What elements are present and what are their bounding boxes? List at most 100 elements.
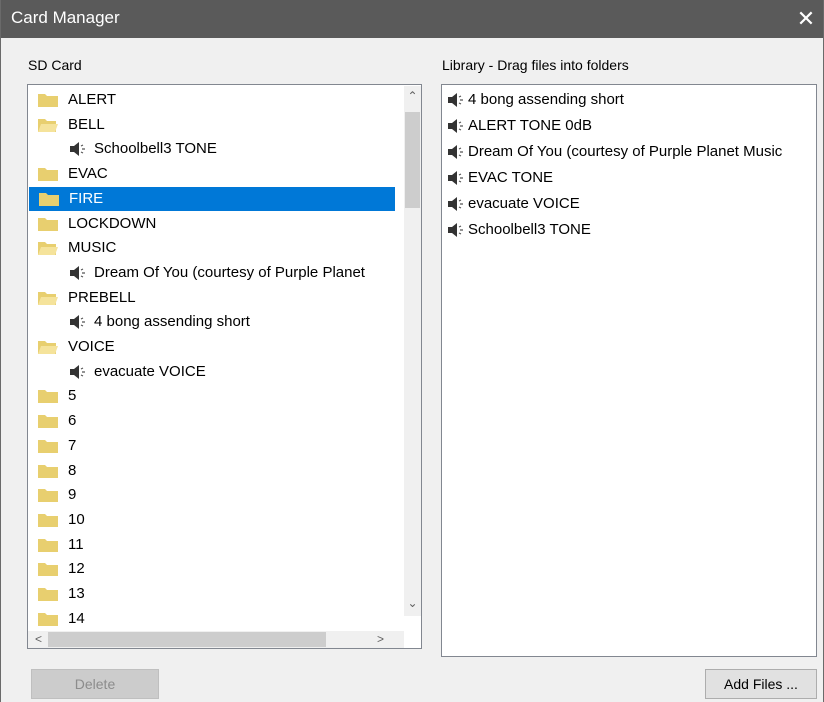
sd-card-label: SD Card: [28, 57, 82, 73]
folder-open-icon: [38, 118, 58, 132]
library-item-label: evacuate VOICE: [468, 195, 580, 212]
library-list-item[interactable]: evacuate VOICE: [442, 192, 816, 216]
folder-open-icon: [38, 291, 58, 305]
tree-folder-item[interactable]: MUSIC: [28, 236, 396, 260]
tree-item-label: 9: [68, 486, 77, 504]
folder-icon: [38, 538, 58, 552]
library-list-item[interactable]: EVAC TONE: [442, 166, 816, 190]
tree-folder-item[interactable]: 13: [28, 582, 396, 606]
library-item-label: Schoolbell3 TONE: [468, 221, 591, 238]
folder-icon: [38, 94, 58, 107]
tree-file-item[interactable]: Dream Of You (courtesy of Purple Planet: [28, 261, 396, 285]
tree-item-label: 10: [68, 510, 85, 528]
tree-item-label: MUSIC: [68, 239, 117, 257]
tree-item-label: 8: [68, 461, 77, 479]
tree-folder-item[interactable]: EVAC: [28, 162, 396, 186]
speaker-icon: [70, 315, 85, 330]
folder-icon: [38, 415, 58, 429]
tree-item-label: 5: [68, 387, 77, 405]
library-list-item[interactable]: 4 bong assending short: [442, 88, 816, 112]
tree-folder-item[interactable]: 6: [28, 409, 396, 433]
tree-file-item[interactable]: evacuate VOICE: [28, 360, 396, 384]
speaker-icon: [70, 142, 85, 157]
tree-item-label: VOICE: [68, 338, 115, 355]
card-manager-window: Card Manager ✕ SD Card Library - Drag fi…: [0, 0, 824, 702]
speaker-icon: [448, 223, 463, 237]
folder-open-icon: [38, 242, 58, 256]
add-files-button[interactable]: Add Files ...: [705, 669, 817, 699]
tree-folder-item[interactable]: 10: [28, 508, 396, 532]
tree-item-label: LOCKDOWN: [68, 214, 157, 232]
sd-card-tree[interactable]: ALERT BELL Schoolbell3 TONE EVAC FIRE LOCKDOW…: [27, 84, 422, 649]
tree-folder-item[interactable]: 14: [28, 607, 396, 631]
tree-folder-item[interactable]: 12: [28, 557, 396, 581]
speaker-icon: [448, 93, 463, 107]
close-button[interactable]: ✕: [789, 0, 823, 38]
tree-item-label: Dream Of You (courtesy of Purple Planet: [94, 263, 365, 281]
tree-item-label: 11: [68, 535, 84, 553]
library-item-label: ALERT TONE 0dB: [468, 117, 592, 134]
scroll-down-arrow-icon[interactable]: ⌄: [404, 595, 421, 612]
tree-file-item[interactable]: 4 bong assending short: [28, 310, 396, 334]
library-item-label: EVAC TONE: [468, 169, 554, 186]
folder-icon: [38, 439, 58, 453]
library-item-label: 4 bong assending short: [468, 91, 624, 108]
tree-folder-item[interactable]: 11: [28, 533, 396, 557]
tree-item-label: 14: [68, 609, 85, 627]
tree-item-label: 7: [68, 436, 77, 454]
library-list-item[interactable]: ALERT TONE 0dB: [442, 114, 816, 138]
tree-item-label: 6: [68, 412, 77, 430]
tree-folder-item[interactable]: FIRE: [29, 186, 395, 211]
tree-item-label: 4 bong assending short: [94, 313, 250, 331]
window-title: Card Manager: [11, 8, 120, 27]
tree-item-label: ALERT: [68, 91, 117, 108]
horizontal-scroll-thumb[interactable]: [48, 632, 326, 647]
tree-item-label: 12: [68, 560, 85, 578]
speaker-icon: [70, 265, 85, 280]
library-item-label: Dream Of You (courtesy of Purple Planet …: [468, 143, 783, 160]
folder-icon: [38, 563, 58, 577]
library-list[interactable]: 4 bong assending short ALERT TONE 0dB Drea…: [441, 84, 817, 657]
folder-icon: [38, 588, 58, 601]
scroll-right-arrow-icon[interactable]: >: [372, 631, 389, 648]
tree-folder-item[interactable]: VOICE: [28, 335, 396, 359]
tree-item-label: 13: [68, 585, 85, 602]
vertical-scroll-thumb[interactable]: [405, 112, 420, 208]
title-bar[interactable]: Card Manager ✕: [1, 0, 823, 38]
folder-icon: [38, 513, 58, 527]
tree-item-label: Schoolbell3 TONE: [94, 140, 217, 158]
folder-open-icon: [38, 341, 58, 354]
tree-item-label: evacuate VOICE: [94, 362, 206, 380]
library-list-item[interactable]: Dream Of You (courtesy of Purple Planet …: [442, 140, 816, 164]
vertical-scrollbar[interactable]: ⌃ ⌄: [404, 86, 421, 616]
scroll-left-arrow-icon[interactable]: <: [30, 631, 47, 648]
folder-icon: [38, 390, 58, 404]
tree-item-label: BELL: [68, 115, 105, 133]
tree-folder-item[interactable]: PREBELL: [28, 286, 396, 310]
tree-item-label: FIRE: [69, 189, 104, 207]
library-label: Library - Drag files into folders: [442, 57, 629, 73]
tree-folder-item[interactable]: 8: [28, 459, 396, 483]
tree-folder-item[interactable]: BELL: [28, 113, 396, 137]
delete-button[interactable]: Delete: [31, 669, 159, 699]
tree-folder-item[interactable]: ALERT: [28, 88, 396, 112]
folder-icon: [38, 217, 58, 231]
speaker-icon: [448, 197, 463, 211]
scroll-up-arrow-icon[interactable]: ⌃: [404, 88, 421, 105]
folder-icon: [38, 612, 58, 626]
folder-icon: [38, 489, 58, 503]
speaker-icon: [448, 145, 463, 159]
speaker-icon: [448, 119, 463, 133]
speaker-icon: [448, 171, 463, 185]
library-list-item[interactable]: Schoolbell3 TONE: [442, 218, 816, 242]
tree-folder-item[interactable]: 7: [28, 434, 396, 458]
tree-folder-item[interactable]: 9: [28, 483, 396, 507]
tree-folder-item[interactable]: LOCKDOWN: [28, 212, 396, 236]
folder-icon: [38, 168, 58, 182]
tree-item-label: PREBELL: [68, 288, 136, 306]
tree-file-item[interactable]: Schoolbell3 TONE: [28, 137, 396, 161]
speaker-icon: [70, 364, 85, 379]
horizontal-scrollbar[interactable]: < >: [28, 631, 404, 648]
folder-icon: [39, 192, 59, 206]
tree-folder-item[interactable]: 5: [28, 384, 396, 408]
